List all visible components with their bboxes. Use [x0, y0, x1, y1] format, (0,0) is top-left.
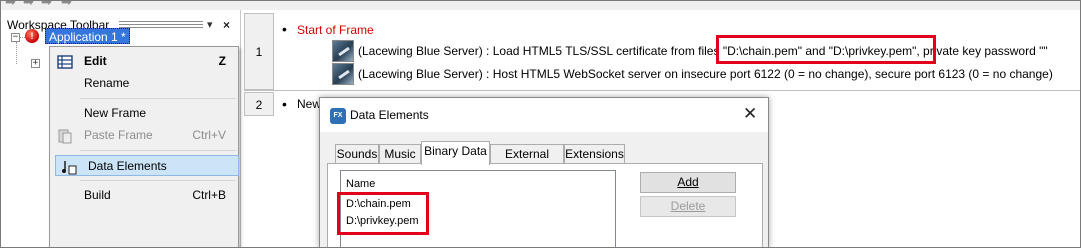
- tab-music[interactable]: Music: [379, 144, 421, 164]
- frame-bullet: •: [282, 21, 287, 37]
- top-toolbar-strip: ➡ ➡ ➡ ➡: [1, 1, 1080, 10]
- drag-grip[interactable]: [119, 21, 203, 28]
- frame-row-number: 1: [244, 13, 274, 90]
- application-icon: !: [25, 29, 39, 43]
- music-note-icon: [62, 161, 77, 175]
- menu-item-paste-frame[interactable]: Paste Frame Ctrl+V: [52, 125, 236, 146]
- menu-item-shortcut: Ctrl+V: [192, 128, 226, 142]
- list-header-name[interactable]: Name: [346, 177, 375, 191]
- context-menu: Edit Z Rename New Frame Paste Frame Ctrl…: [49, 46, 239, 248]
- menu-item-label: Build: [84, 188, 111, 202]
- menu-item-rename[interactable]: Rename: [52, 73, 236, 94]
- arrow-icon[interactable]: ➡: [5, 1, 16, 9]
- menu-item-label: Rename: [84, 76, 130, 90]
- tab-sounds[interactable]: Sounds: [335, 144, 379, 164]
- frame-bullet: •: [282, 96, 287, 112]
- arrow-icon[interactable]: ➡: [41, 1, 52, 9]
- menu-item-label: New Frame: [84, 106, 147, 120]
- add-button[interactable]: Add: [640, 172, 736, 193]
- close-icon[interactable]: ✕: [743, 105, 757, 122]
- highlight-box: [716, 35, 936, 64]
- menu-item-data-elements[interactable]: Data Elements: [55, 155, 239, 176]
- menu-separator: [80, 180, 236, 181]
- arrow-icon[interactable]: ➡: [61, 1, 72, 9]
- menu-item-edit[interactable]: Edit Z: [52, 51, 236, 72]
- tree-connector: [16, 42, 17, 64]
- close-icon[interactable]: ×: [223, 17, 230, 33]
- menu-item-build[interactable]: Build Ctrl+B: [52, 185, 236, 206]
- delete-button[interactable]: Delete: [640, 196, 736, 217]
- tab-binary-data[interactable]: Binary Data: [421, 141, 490, 165]
- menu-separator: [80, 150, 236, 151]
- menu-item-shortcut: Z: [218, 54, 226, 68]
- arrow-icon[interactable]: ➡: [23, 1, 34, 9]
- action-line[interactable]: (Lacewing Blue Server) : Host HTML5 WebS…: [358, 67, 1053, 81]
- menu-item-new-frame[interactable]: New Frame: [52, 103, 236, 124]
- dialog-title: Data Elements: [350, 108, 429, 122]
- grid-icon: [57, 55, 73, 69]
- menu-item-shortcut: Ctrl+B: [192, 188, 226, 202]
- paste-icon: [58, 129, 72, 144]
- dialog-titlebar[interactable]: FX Data Elements ✕: [320, 98, 768, 132]
- tree-collapse-toggle[interactable]: −: [11, 33, 20, 42]
- tree-expand-toggle[interactable]: +: [31, 59, 40, 68]
- pin-icon[interactable]: ▾: [207, 17, 213, 33]
- add-button-label: Add: [677, 175, 699, 189]
- menu-item-label: Edit: [84, 54, 107, 68]
- action-line[interactable]: (Lacewing Blue Server) : Load HTML5 TLS/…: [358, 44, 1048, 58]
- tab-extensions[interactable]: Extensions: [564, 144, 625, 164]
- lacewing-server-icon: [332, 40, 354, 62]
- frame-title[interactable]: New: [297, 97, 321, 111]
- row-divider: [244, 90, 1080, 91]
- tab-external-files[interactable]: External Files: [490, 144, 564, 179]
- highlight-box: [337, 192, 429, 235]
- tree-item-application[interactable]: Application 1 *: [45, 28, 130, 44]
- menu-separator: [80, 98, 236, 99]
- frame-row-number: 2: [244, 92, 274, 116]
- menu-item-label: Data Elements: [88, 159, 167, 173]
- frame-title[interactable]: Start of Frame: [297, 23, 374, 37]
- menu-item-label: Paste Frame: [84, 128, 153, 142]
- lacewing-server-icon: [332, 63, 354, 85]
- app-icon: FX: [330, 108, 346, 124]
- delete-button-label: Delete: [670, 199, 706, 213]
